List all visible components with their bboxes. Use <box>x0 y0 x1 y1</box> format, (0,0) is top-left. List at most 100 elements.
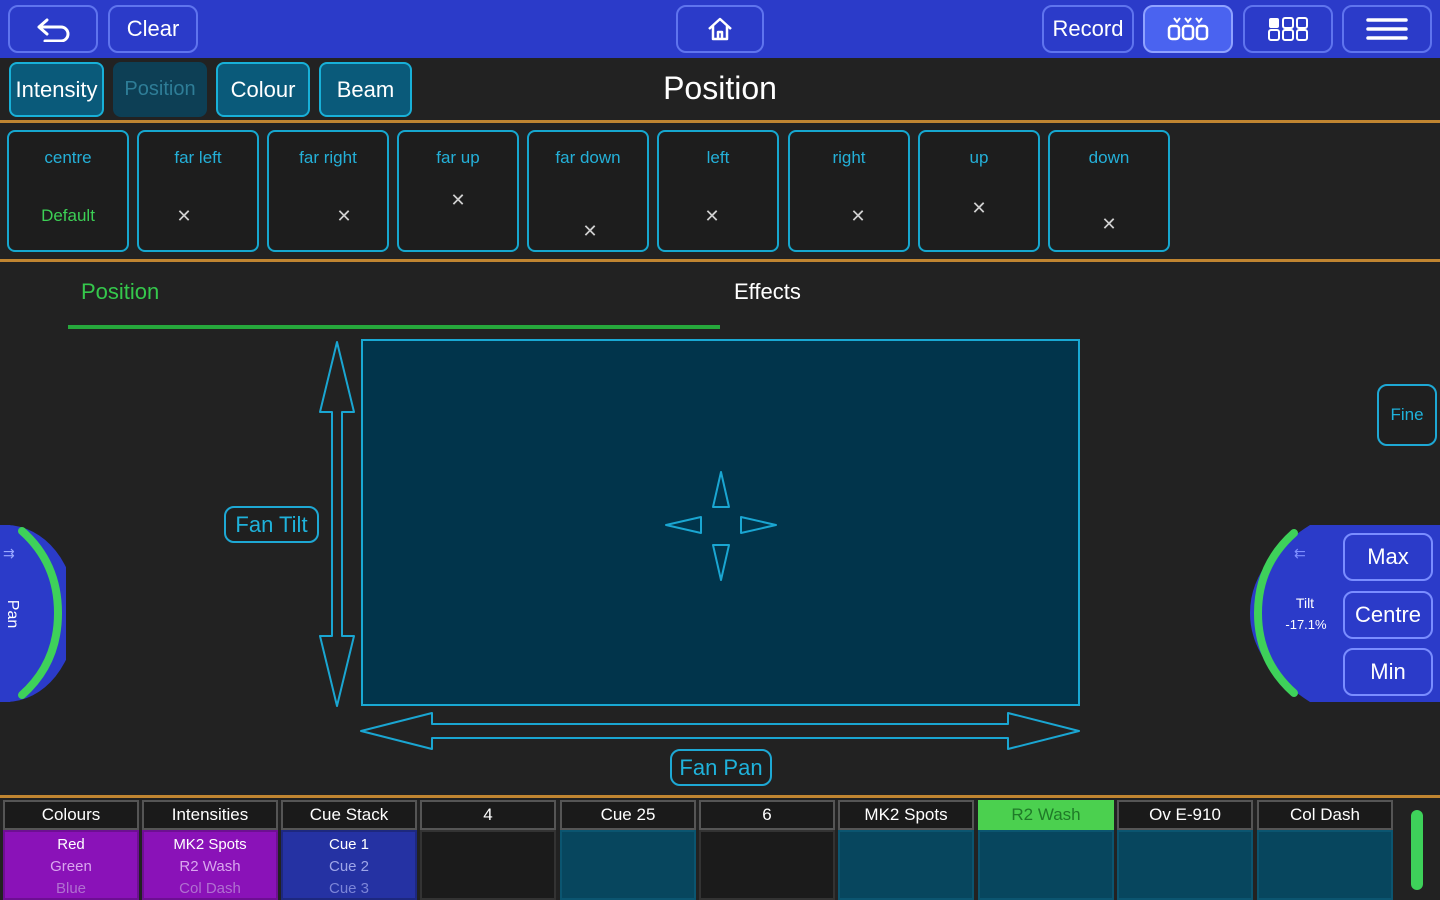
tilt-arrows-icon: ⇇ <box>1294 545 1306 561</box>
record-label: Record <box>1052 16 1124 41</box>
playback-6[interactable]: 6 <box>699 800 835 900</box>
tab-intensity[interactable]: Intensity <box>9 62 104 117</box>
playback-r2-wash[interactable]: R2 Wash <box>978 800 1114 900</box>
home-icon <box>708 17 732 41</box>
playback-title: Cue 25 <box>560 800 696 830</box>
grid-fixtures-icon <box>1167 17 1209 41</box>
tab-position-label: Position <box>124 78 196 100</box>
playback-body <box>699 830 835 900</box>
pan-wheel[interactable]: ⇉ Pan <box>0 523 66 704</box>
subtab-effects[interactable]: Effects <box>734 279 801 305</box>
playback-line: Green <box>50 858 92 875</box>
fan-tilt-button[interactable]: Fan Tilt <box>224 506 319 543</box>
tab-beam[interactable]: Beam <box>319 62 412 117</box>
preset-far-right[interactable]: far right ✕ <box>267 130 389 252</box>
playback-line: Blue <box>55 880 87 897</box>
preset-marker-icon: ✕ <box>850 206 866 226</box>
playback-body: MK2 Spots R2 Wash Col Dash <box>142 830 278 900</box>
preset-label: far left <box>174 148 222 167</box>
tab-beam-label: Beam <box>336 76 395 102</box>
subtab-active-underline <box>68 325 720 329</box>
groups-view-button[interactable] <box>1243 5 1333 53</box>
playback-intensities[interactable]: Intensities MK2 Spots R2 Wash Col Dash <box>142 800 278 900</box>
playback-title: Ov E-910 <box>1117 800 1253 830</box>
playback-body <box>838 830 974 900</box>
divider-presets <box>0 259 1440 262</box>
playback-title: Cue Stack <box>281 800 417 830</box>
playback-body: Cue 1 Cue 2 Cue 3 <box>281 830 417 900</box>
position-pad[interactable] <box>361 339 1080 706</box>
tab-intensity-label: Intensity <box>15 76 98 102</box>
fine-label: Fine <box>1390 405 1424 424</box>
playback-title: Colours <box>3 800 139 830</box>
playback-line: Red <box>57 836 85 853</box>
preset-down[interactable]: down ✕ <box>1048 130 1170 252</box>
home-button[interactable] <box>676 5 764 53</box>
tilt-centre-button[interactable]: Centre <box>1343 591 1433 639</box>
app-window: Clear Record Intensity Position Colour B… <box>0 0 1440 900</box>
tilt-min-button[interactable]: Min <box>1343 648 1433 696</box>
playback-line: R2 Wash <box>179 858 241 875</box>
playback-mk2-spots[interactable]: MK2 Spots <box>838 800 974 900</box>
playback-title: MK2 Spots <box>838 800 974 830</box>
playback-line: Cue 3 <box>328 880 370 897</box>
playback-title: Col Dash <box>1257 800 1393 830</box>
fan-pan-label: Fan Pan <box>679 754 763 780</box>
preset-right[interactable]: right ✕ <box>788 130 910 252</box>
playback-body <box>1117 830 1253 900</box>
fan-pan-button[interactable]: Fan Pan <box>670 749 772 786</box>
preset-label: left <box>706 148 730 167</box>
clear-label: Clear <box>126 16 180 41</box>
undo-arrow-icon <box>37 18 70 42</box>
playback-line: Cue 1 <box>328 836 370 853</box>
playback-col-dash[interactable]: Col Dash <box>1257 800 1393 900</box>
preset-label: far up <box>436 148 480 167</box>
playback-cue-25[interactable]: Cue 25 <box>560 800 696 900</box>
tab-colour[interactable]: Colour <box>216 62 310 117</box>
playback-cue-stack[interactable]: Cue Stack Cue 1 Cue 2 Cue 3 <box>281 800 417 900</box>
preset-marker-icon: ✕ <box>336 206 352 226</box>
subtab-position[interactable]: Position <box>81 279 159 305</box>
divider-bottom <box>0 795 1440 798</box>
tilt-max-button[interactable]: Max <box>1343 533 1433 581</box>
playback-title: Intensities <box>142 800 278 830</box>
preset-centre[interactable]: centre Default <box>7 130 129 252</box>
playback-title: R2 Wash <box>978 800 1114 830</box>
tab-position[interactable]: Position <box>113 62 207 117</box>
playback-title: 6 <box>699 800 835 830</box>
tab-colour-label: Colour <box>230 76 296 102</box>
preset-far-left[interactable]: far left ✕ <box>137 130 259 252</box>
record-button[interactable]: Record <box>1042 5 1134 53</box>
preset-far-up[interactable]: far up ✕ <box>397 130 519 252</box>
playback-ov-e910[interactable]: Ov E-910 <box>1117 800 1253 900</box>
preset-label: right <box>832 148 866 167</box>
playback-body <box>1257 830 1393 900</box>
playback-line: Cue 2 <box>328 858 370 875</box>
fan-tilt-arrow[interactable] <box>316 340 358 708</box>
playback-scroll-handle[interactable] <box>1411 810 1423 890</box>
clear-button[interactable]: Clear <box>108 5 198 53</box>
preset-label: centre <box>44 148 92 167</box>
fine-button[interactable]: Fine <box>1377 384 1437 446</box>
fixtures-view-button[interactable] <box>1143 5 1233 53</box>
playback-line: Col Dash <box>179 880 241 897</box>
playback-4[interactable]: 4 <box>420 800 556 900</box>
preset-marker-icon: ✕ <box>176 206 192 226</box>
playback-colours[interactable]: Colours Red Green Blue <box>3 800 139 900</box>
tilt-min-label: Min <box>1370 659 1406 684</box>
preset-left[interactable]: left ✕ <box>657 130 779 252</box>
playback-line: MK2 Spots <box>173 836 247 853</box>
tilt-max-label: Max <box>1367 544 1409 569</box>
playback-title: 4 <box>420 800 556 830</box>
preset-marker-icon: ✕ <box>704 206 720 226</box>
tilt-value: -17.1% <box>1285 617 1327 632</box>
undo-button[interactable] <box>8 5 98 53</box>
menu-button[interactable] <box>1342 5 1432 53</box>
menu-icon <box>1366 18 1408 40</box>
fan-pan-arrow[interactable] <box>358 710 1082 752</box>
preset-label: up <box>969 148 989 167</box>
crosshair-icon <box>665 471 777 581</box>
preset-up[interactable]: up ✕ <box>918 130 1040 252</box>
preset-far-down[interactable]: far down ✕ <box>527 130 649 252</box>
preset-marker-icon: ✕ <box>582 221 598 241</box>
